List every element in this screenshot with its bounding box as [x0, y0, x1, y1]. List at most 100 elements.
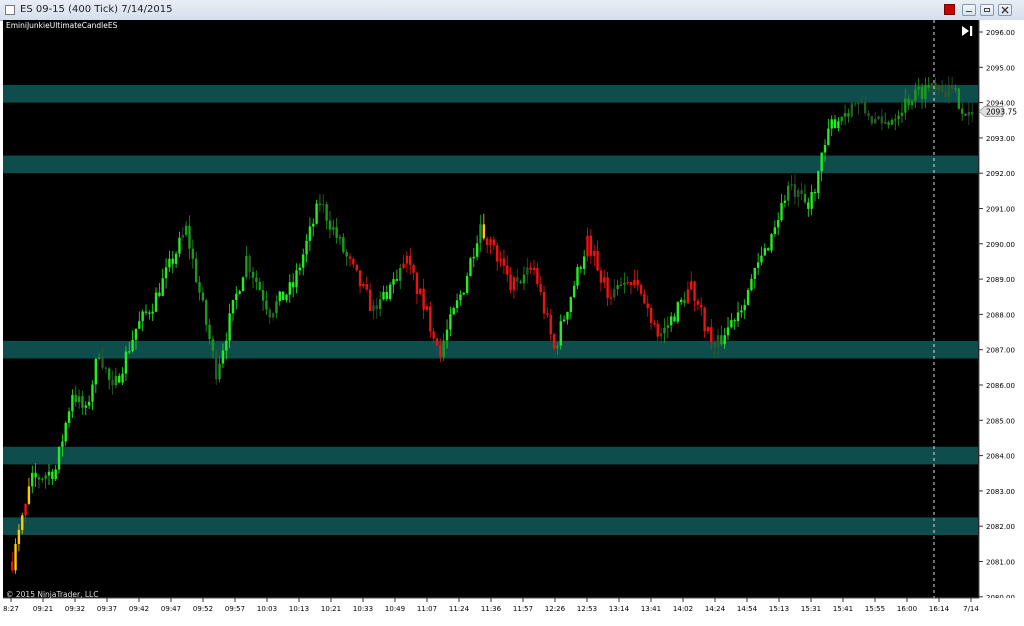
- candle-body: [686, 289, 690, 304]
- candle-body: [37, 477, 41, 480]
- time-tick-label: 8:27: [3, 605, 19, 613]
- candle-body: [971, 111, 974, 115]
- price-tick-label: 2083.00: [986, 488, 1015, 496]
- maximize-button[interactable]: [980, 4, 994, 16]
- candle-body: [295, 270, 298, 288]
- candle-body: [800, 190, 803, 194]
- candle-body: [613, 289, 616, 298]
- candle-body: [378, 299, 382, 309]
- candle-body: [546, 313, 549, 315]
- candle-body: [27, 486, 31, 504]
- candle-body: [549, 314, 552, 335]
- candle-body: [603, 277, 606, 283]
- candle-body: [305, 240, 308, 255]
- candle-body: [552, 334, 556, 349]
- candle-body: [338, 237, 342, 239]
- candle-body: [666, 325, 670, 328]
- candle-body: [472, 256, 476, 259]
- candle-body: [489, 239, 492, 245]
- candle-body: [950, 85, 954, 89]
- candle-body: [582, 256, 586, 269]
- candle-body: [599, 270, 603, 283]
- price-tick-label: 2086.00: [986, 382, 1015, 390]
- candle-body: [937, 85, 940, 91]
- candle-body: [833, 119, 837, 129]
- candle-body: [422, 288, 425, 310]
- candle-body: [750, 278, 753, 290]
- candle-body: [643, 293, 646, 304]
- candle-body: [860, 101, 864, 104]
- close-button[interactable]: [998, 4, 1012, 16]
- candle-body: [485, 238, 489, 245]
- candle-body: [586, 235, 589, 257]
- candle-body: [318, 203, 322, 205]
- candle-body: [114, 375, 118, 386]
- minimize-button[interactable]: [962, 4, 976, 16]
- candle-body: [459, 294, 462, 301]
- candle-body: [64, 422, 67, 442]
- time-tick-label: 10:49: [385, 605, 405, 613]
- chart-canvas[interactable]: 2096.002095.002094.002093.002092.002091.…: [3, 20, 1024, 622]
- candle-body: [693, 281, 696, 301]
- candle-body: [21, 515, 24, 530]
- candle-body: [469, 258, 472, 277]
- candle-body: [245, 256, 248, 278]
- candle-body: [358, 270, 362, 287]
- candle-body: [97, 357, 101, 359]
- candle-body: [569, 297, 573, 313]
- candle-body: [429, 306, 432, 332]
- candle-body: [904, 98, 907, 113]
- candle-body: [104, 367, 108, 369]
- candle-body: [465, 276, 469, 293]
- candle-body: [730, 320, 733, 328]
- stop-button[interactable]: [944, 4, 955, 15]
- support-resistance-zone: [3, 517, 978, 536]
- scroll-to-end-button[interactable]: [958, 23, 976, 39]
- candle-body: [402, 263, 405, 268]
- time-tick-label: 10:33: [353, 605, 373, 613]
- candle-body: [539, 284, 542, 292]
- price-tick-label: 2081.00: [986, 559, 1015, 567]
- price-tick-label: 2090.00: [986, 241, 1015, 249]
- candle-body: [910, 100, 914, 106]
- price-chart[interactable]: 2096.00 2095.00 2094.00 2093.00 2092.00 2091.…: [3, 20, 1024, 622]
- candle-body: [700, 304, 703, 308]
- candle-body: [803, 193, 807, 203]
- candle-body: [91, 384, 94, 402]
- time-tick-label: 15:55: [865, 605, 885, 613]
- candle-body: [656, 323, 659, 337]
- candle-body: [576, 267, 579, 286]
- candle-body: [325, 204, 328, 221]
- time-tick-label: 15:13: [769, 605, 789, 613]
- candle-body: [265, 300, 268, 310]
- candle-body: [696, 300, 700, 305]
- candle-body: [726, 327, 730, 336]
- candle-body: [930, 82, 934, 88]
- candle-body: [178, 237, 181, 254]
- candle-body: [793, 184, 797, 197]
- candle-body: [455, 300, 459, 309]
- candle-body: [322, 204, 325, 206]
- candle-body: [703, 307, 706, 332]
- candle-body: [24, 503, 27, 516]
- candle-body: [258, 281, 261, 290]
- candle-body: [235, 293, 238, 301]
- time-tick-label: 15:31: [801, 605, 821, 613]
- candle-body: [11, 561, 14, 571]
- candle-body: [653, 323, 656, 325]
- candle-body: [954, 88, 957, 90]
- candle-body: [87, 401, 91, 406]
- price-tick-label: 2088.00: [986, 311, 1015, 319]
- candle-body: [629, 282, 633, 286]
- candle-body: [492, 239, 496, 246]
- candle-body: [41, 478, 44, 480]
- time-tick-label: 10:21: [321, 605, 341, 613]
- candle-body: [355, 264, 358, 271]
- candle-body: [850, 103, 853, 117]
- window-title: ES 09-15 (400 Tick) 7/14/2015: [20, 4, 173, 15]
- time-tick-label: 11:07: [417, 605, 437, 613]
- candle-body: [372, 305, 375, 312]
- candle-body: [496, 245, 499, 262]
- candle-body: [880, 116, 884, 124]
- candle-body: [776, 220, 780, 228]
